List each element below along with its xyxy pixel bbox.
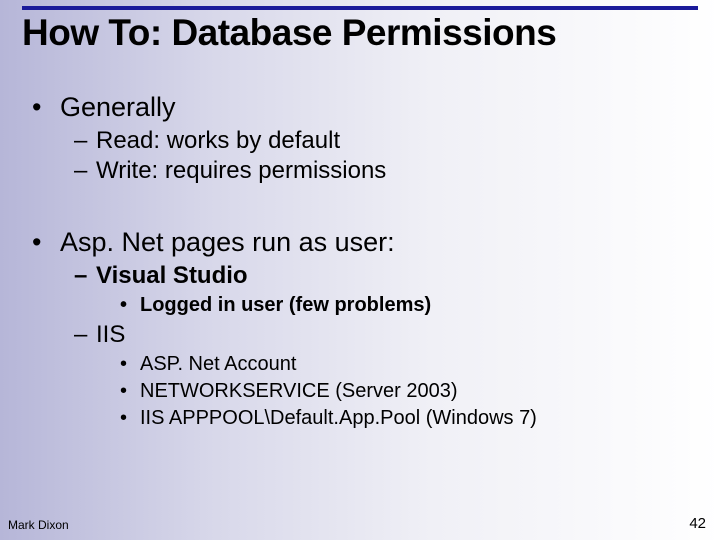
bullet-text: Read: works by default <box>96 127 340 155</box>
dash-icon: – <box>74 157 96 185</box>
bullet-dot-icon: • <box>32 227 60 258</box>
dash-icon: – <box>74 262 96 290</box>
bullet-dot-icon: • <box>120 353 140 376</box>
bullet-dot-icon: • <box>120 407 140 430</box>
dash-icon: – <box>74 321 96 349</box>
bullet-text: IIS APPPOOL\Default.App.Pool (Windows 7) <box>140 407 537 430</box>
bullet-text: Generally <box>60 92 176 123</box>
footer-author: Mark Dixon <box>8 518 69 532</box>
dash-icon: – <box>74 127 96 155</box>
bullet-text: Write: requires permissions <box>96 157 386 185</box>
bullet-text: IIS <box>96 321 125 349</box>
slide-content: • Generally – Read: works by default – W… <box>32 78 692 434</box>
bullet-visual-studio: – Visual Studio <box>74 262 692 290</box>
bullet-read: – Read: works by default <box>74 127 692 155</box>
bullet-text: Visual Studio <box>96 262 248 290</box>
footer-page-number: 42 <box>689 515 706 532</box>
bullet-text: Logged in user (few problems) <box>140 294 431 317</box>
bullet-iis: – IIS <box>74 321 692 349</box>
bullet-write: – Write: requires permissions <box>74 157 692 185</box>
title-rule <box>22 6 698 10</box>
bullet-apppool: • IIS APPPOOL\Default.App.Pool (Windows … <box>120 407 692 430</box>
spacer <box>32 187 692 213</box>
bullet-networkservice: • NETWORKSERVICE (Server 2003) <box>120 380 692 403</box>
bullet-dot-icon: • <box>120 380 140 403</box>
bullet-text: NETWORKSERVICE (Server 2003) <box>140 380 458 403</box>
bullet-aspnet-account: • ASP. Net Account <box>120 353 692 376</box>
bullet-dot-icon: • <box>120 294 140 317</box>
bullet-logged-in-user: • Logged in user (few problems) <box>120 294 692 317</box>
slide-title: How To: Database Permissions <box>22 12 698 54</box>
bullet-dot-icon: • <box>32 92 60 123</box>
bullet-text: Asp. Net pages run as user: <box>60 227 395 258</box>
bullet-generally: • Generally <box>32 92 692 123</box>
slide: How To: Database Permissions • Generally… <box>0 0 720 540</box>
bullet-aspnet-user: • Asp. Net pages run as user: <box>32 227 692 258</box>
bullet-text: ASP. Net Account <box>140 353 296 376</box>
